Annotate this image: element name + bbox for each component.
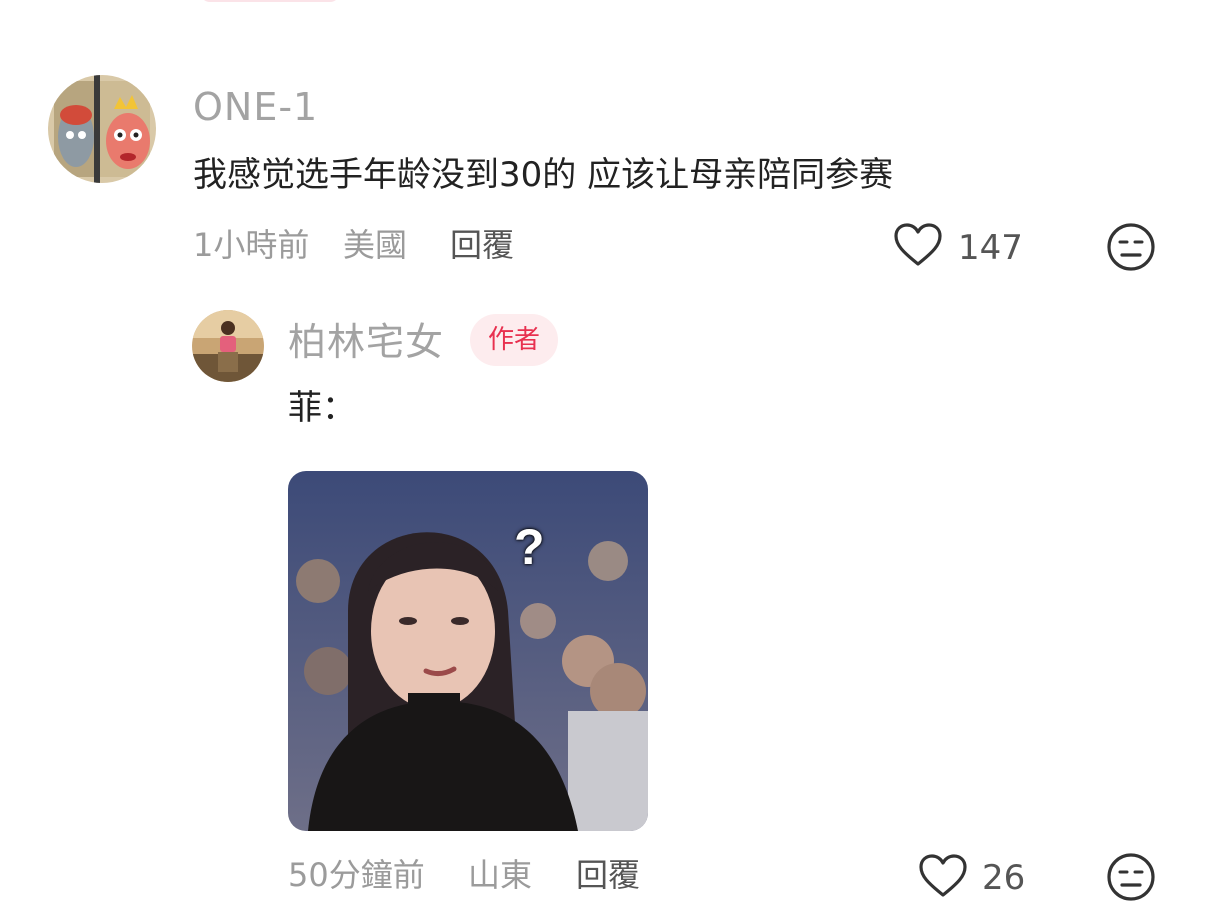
reply-button[interactable]: 回覆 [450, 225, 514, 265]
meme-image[interactable]: ? [288, 471, 648, 831]
like-count: 26 [982, 858, 1026, 898]
comment-location: 美國 [343, 226, 408, 264]
avatar[interactable] [48, 75, 156, 183]
meh-face-icon[interactable] [1106, 222, 1156, 272]
reply-button[interactable]: 回覆 [576, 855, 640, 895]
heart-outline-icon[interactable] [893, 222, 943, 268]
question-mark: ? [514, 519, 545, 575]
comment-text: 菲： [288, 388, 356, 428]
like-count: 147 [958, 228, 1023, 268]
comment-time: 1小時前 [193, 226, 310, 264]
heart-outline-icon[interactable] [918, 853, 968, 899]
previous-item-pill [200, 0, 340, 2]
meh-face-icon[interactable] [1106, 852, 1156, 902]
username[interactable]: ONE-1 [193, 85, 318, 129]
reply-time: 50分鐘前 [288, 856, 425, 894]
comment-text: 我感觉选手年龄没到30的 应该让母亲陪同参赛 [193, 155, 894, 195]
author-badge: 作者 [470, 314, 559, 366]
avatar[interactable] [192, 310, 264, 382]
username[interactable]: 柏林宅女 [288, 320, 444, 364]
reply-location: 山東 [468, 856, 533, 894]
